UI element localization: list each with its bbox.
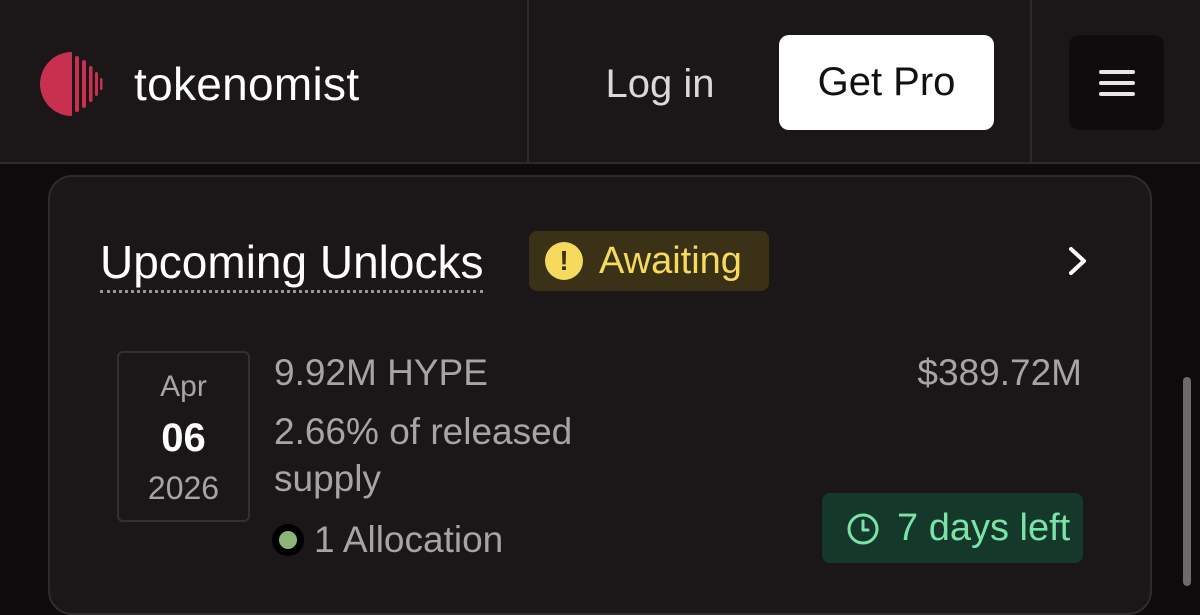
header-divider xyxy=(527,0,529,162)
time-left-label: 7 days left xyxy=(897,507,1071,549)
hamburger-menu-icon xyxy=(1099,70,1135,74)
hamburger-menu-icon-bar xyxy=(1099,92,1135,96)
exclamation-icon: ! xyxy=(545,242,583,280)
chevron-right-icon[interactable] xyxy=(1062,243,1094,279)
tokenomist-logo-icon[interactable] xyxy=(38,50,106,118)
get-pro-button[interactable]: Get Pro xyxy=(779,35,994,130)
clock-icon xyxy=(847,513,879,545)
date-month: Apr xyxy=(160,370,207,403)
date-year: 2026 xyxy=(147,470,220,506)
released-supply-percent: 2.66% of released supply xyxy=(274,411,573,499)
status-badge-label: Awaiting xyxy=(599,240,742,282)
top-header: tokenomist Log in Get Pro xyxy=(0,0,1200,164)
allocation-dot-icon xyxy=(272,524,304,556)
hamburger-menu-icon-bar xyxy=(1099,81,1135,85)
unlock-value: $389.72M xyxy=(917,352,1082,393)
unlock-amount: 9.92M HYPE xyxy=(274,352,488,393)
section-title[interactable]: Upcoming Unlocks xyxy=(100,236,484,293)
scrollbar[interactable] xyxy=(1183,377,1191,586)
login-link[interactable]: Log in xyxy=(590,58,730,110)
time-left-badge: 7 days left xyxy=(822,493,1083,563)
status-badge: ! Awaiting xyxy=(529,231,769,291)
header-divider xyxy=(1030,0,1032,162)
menu-button[interactable] xyxy=(1069,35,1164,130)
allocation-label: 1 Allocation xyxy=(314,519,504,560)
date-day: 06 xyxy=(161,416,206,460)
unlock-date: Apr 06 2026 xyxy=(117,351,250,522)
brand-name[interactable]: tokenomist xyxy=(134,58,359,110)
